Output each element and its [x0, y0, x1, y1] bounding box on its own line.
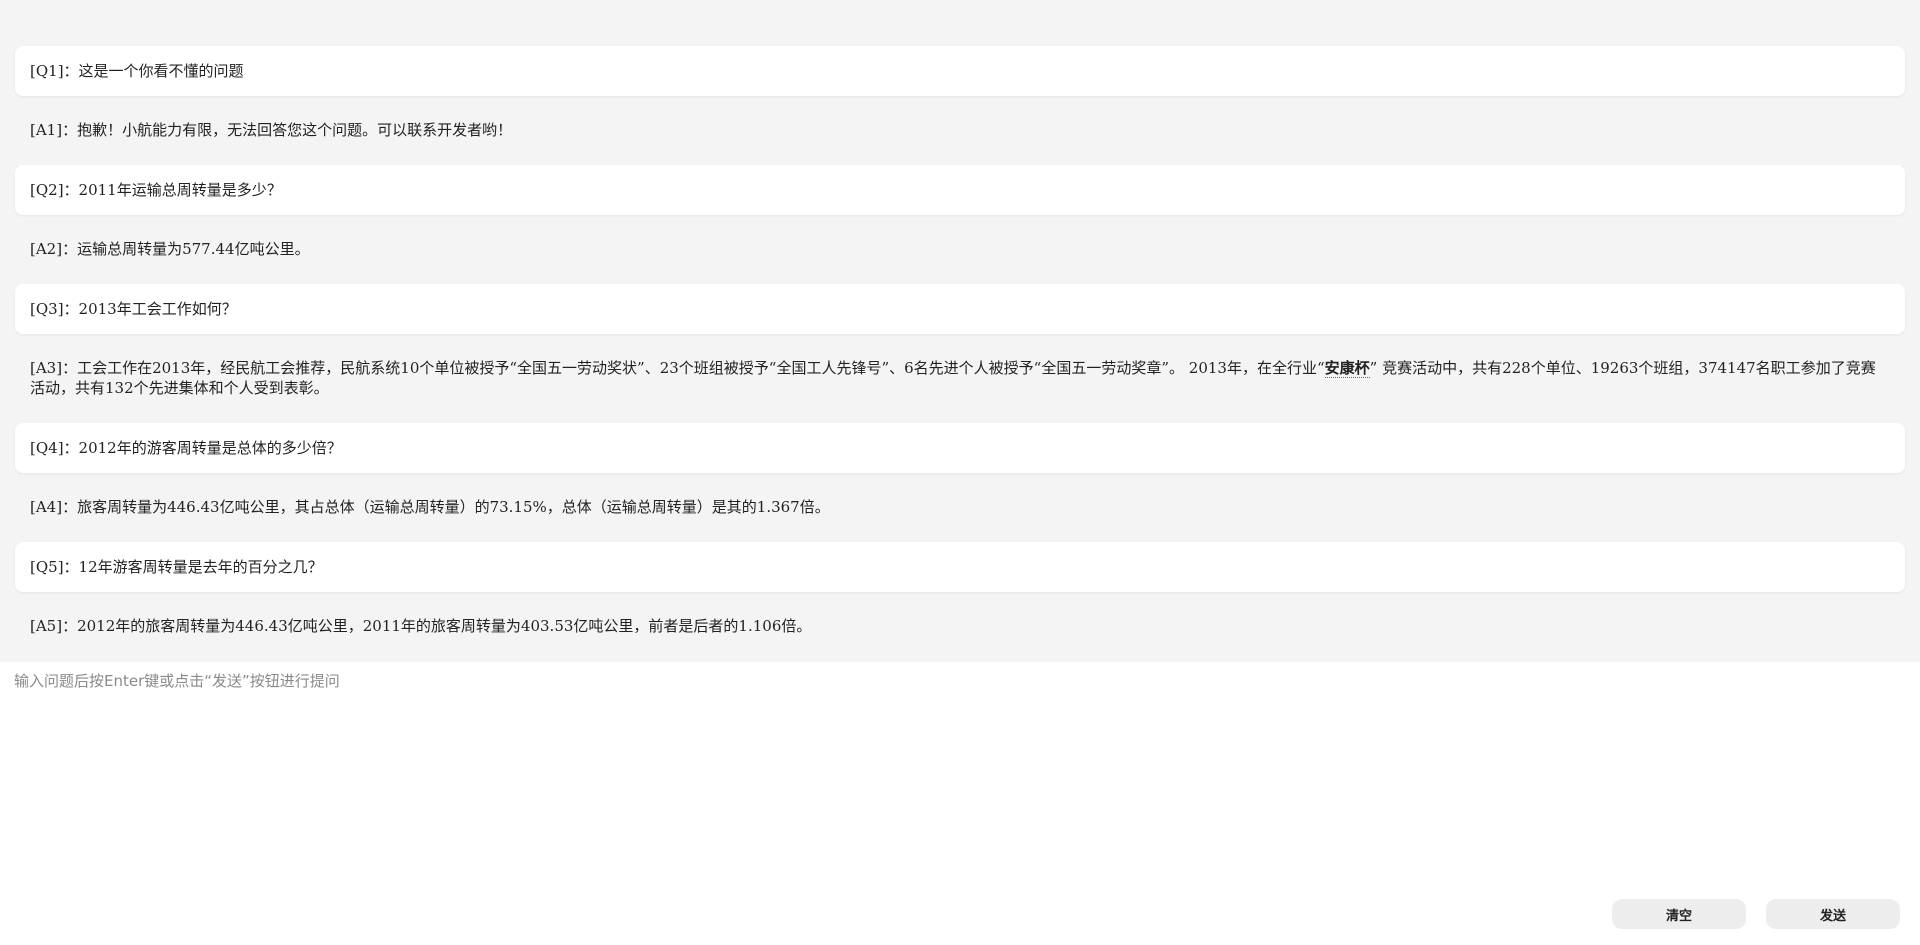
answer-text: 抱歉！小航能力有限，无法回答您这个问题。可以联系开发者哟！	[77, 121, 513, 139]
answer-text: 2012年的旅客周转量为446.43亿吨公里，2011年的旅客周转量为403.5…	[77, 617, 812, 635]
answer-tag: [A2]：	[30, 240, 78, 258]
answer-row-5: [A5]：2012年的旅客周转量为446.43亿吨公里，2011年的旅客周转量为…	[30, 616, 1890, 636]
answer-row-4: [A4]：旅客周转量为446.43亿吨公里，其占总体（运输总周转量）的73.15…	[30, 497, 1890, 517]
answer-row-2: [A2]：运输总周转量为577.44亿吨公里。	[30, 239, 1890, 259]
question-tag: [Q2]：	[30, 181, 79, 199]
chat-history: [Q1]： 这是一个你看不懂的问题 [A1]：抱歉！小航能力有限，无法回答您这个问…	[0, 0, 1920, 662]
question-card-1: [Q1]： 这是一个你看不懂的问题	[15, 46, 1905, 96]
answer-tag: [A1]：	[30, 121, 78, 139]
send-button[interactable]: 发送	[1766, 899, 1900, 929]
question-text: 12年游客周转量是去年的百分之几？	[78, 558, 323, 576]
answer-row-3: [A3]：工会工作在2013年，经民航工会推荐，民航系统10个单位被授予“全国五…	[30, 358, 1890, 398]
question-tag: [Q4]：	[30, 439, 79, 457]
answer-text-part-1: 工会工作在2013年，经民航工会推荐，民航系统10个单位被授予“全国五一劳动奖状…	[77, 359, 1325, 377]
question-text: 这是一个你看不懂的问题	[78, 62, 244, 80]
answer-text: 旅客周转量为446.43亿吨公里，其占总体（运输总周转量）的73.15%，总体（…	[77, 498, 830, 516]
question-text: 2011年运输总周转量是多少？	[78, 181, 282, 199]
answer-text: 运输总周转量为577.44亿吨公里。	[77, 240, 310, 258]
clear-button[interactable]: 清空	[1612, 899, 1746, 929]
question-tag: [Q5]：	[30, 558, 79, 576]
answer-tag: [A5]：	[30, 617, 78, 635]
question-input[interactable]	[14, 670, 1894, 870]
answer-tag: [A4]：	[30, 498, 78, 516]
answer-tag: [A3]：	[30, 359, 78, 377]
question-text: 2012年的游客周转量是总体的多少倍？	[78, 439, 342, 457]
question-card-5: [Q5]： 12年游客周转量是去年的百分之几？	[15, 542, 1905, 592]
question-text: 2013年工会工作如何？	[78, 300, 237, 318]
question-card-4: [Q4]： 2012年的游客周转量是总体的多少倍？	[15, 423, 1905, 473]
answer-row-1: [A1]：抱歉！小航能力有限，无法回答您这个问题。可以联系开发者哟！	[30, 120, 1890, 140]
highlighted-term: 安康杯	[1324, 359, 1370, 378]
question-card-2: [Q2]： 2011年运输总周转量是多少？	[15, 165, 1905, 215]
question-tag: [Q1]：	[30, 62, 79, 80]
question-card-3: [Q3]： 2013年工会工作如何？	[15, 284, 1905, 334]
question-tag: [Q3]：	[30, 300, 79, 318]
